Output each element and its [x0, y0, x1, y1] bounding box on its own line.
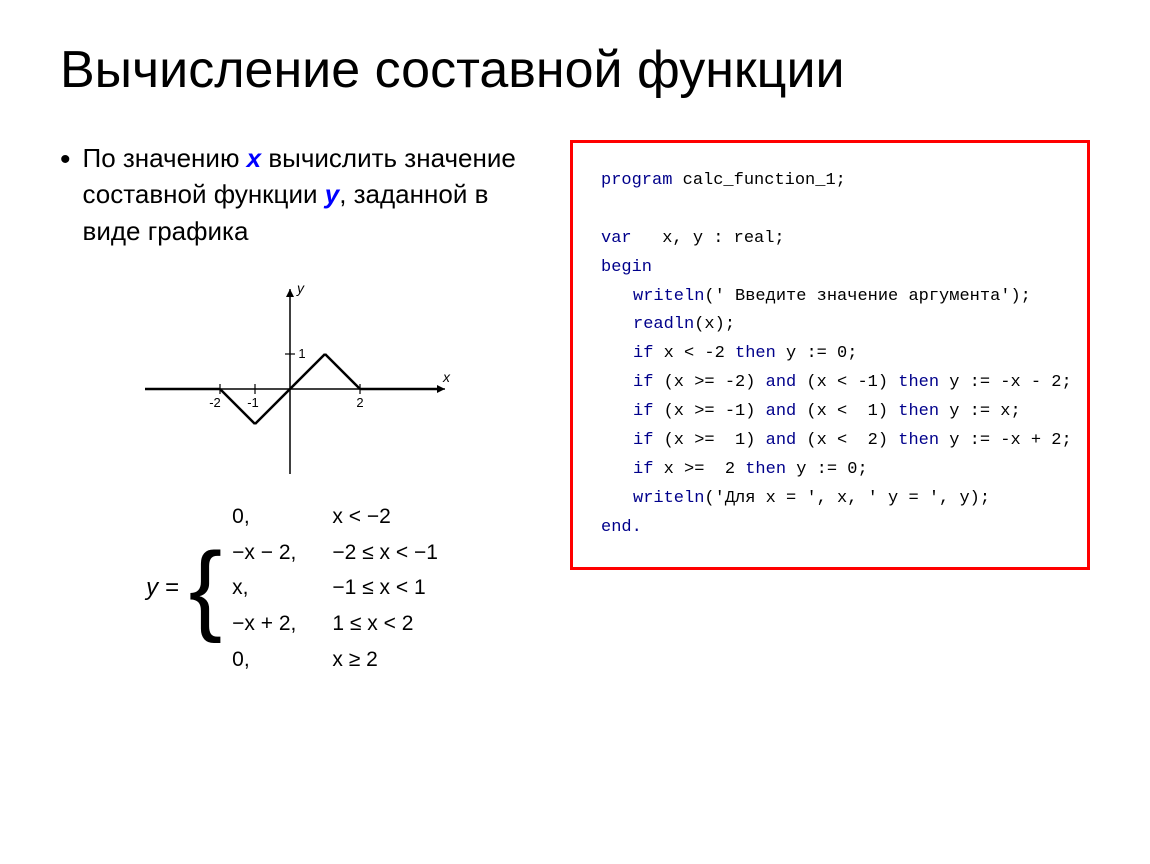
formula-brace: { — [189, 499, 226, 677]
code-line-readln: readln(x); — [601, 311, 1059, 340]
keyword-end: end. — [601, 518, 642, 537]
svg-text:-1: -1 — [247, 395, 259, 410]
graph-container: -2 -1 2 1 x y — [135, 279, 455, 479]
code-line-if4: if (x >= 1) and (x < 2) then y := -x + 2… — [601, 427, 1059, 456]
code-line-blank — [601, 196, 1059, 225]
graph-svg: -2 -1 2 1 x y — [135, 279, 455, 479]
formula-row-2-expr: −x − 2, — [226, 535, 302, 571]
x-variable: x — [247, 143, 261, 173]
formula-row-1-cond: x < −2 — [302, 499, 444, 535]
code-line-1: program calc_function_1; — [601, 167, 1059, 196]
main-content: • По значению x вычислить значение соста… — [60, 140, 1090, 677]
code-panel: program calc_function_1; var x, y : real… — [570, 140, 1090, 570]
code-line-begin: begin — [601, 254, 1059, 283]
left-panel: • По значению x вычислить значение соста… — [60, 140, 530, 677]
code-line-writeln2: writeln('Для x = ', x, ' y = ', y); — [601, 485, 1059, 514]
formula-row-1-expr: 0, — [226, 499, 302, 535]
formula-row-3-cond: −1 ≤ x < 1 — [302, 570, 444, 606]
code-line-if3: if (x >= -1) and (x < 1) then y := x; — [601, 398, 1059, 427]
code-line-var: var x, y : real; — [601, 225, 1059, 254]
svg-text:y: y — [296, 280, 305, 296]
page-title: Вычисление составной функции — [60, 40, 1090, 100]
code-line-end: end. — [601, 514, 1059, 543]
bullet-dot: • — [60, 140, 71, 179]
bullet-content: По значению x вычислить значение составн… — [83, 140, 530, 249]
formula-row-4-cond: 1 ≤ x < 2 — [302, 606, 444, 642]
formula-row-3-expr: x, — [226, 570, 302, 606]
bullet-text: • По значению x вычислить значение соста… — [60, 140, 530, 249]
code-line-if2: if (x >= -2) and (x < -1) then y := -x -… — [601, 369, 1059, 398]
keyword-var: var — [601, 229, 632, 248]
formula-row-5-cond: x ≥ 2 — [302, 642, 444, 678]
y-variable: y — [325, 179, 339, 209]
formula-row-4-expr: −x + 2, — [226, 606, 302, 642]
svg-text:-2: -2 — [209, 395, 221, 410]
keyword-begin: begin — [601, 258, 652, 277]
bullet-prefix: По значению — [83, 143, 247, 173]
formula-container: y = { 0, x < −2 −x − 2, −2 ≤ x < −1 x, −… — [60, 499, 530, 677]
code-line-if5: if x >= 2 then y := 0; — [601, 456, 1059, 485]
keyword-program: program — [601, 171, 672, 190]
formula-table: y = { 0, x < −2 −x − 2, −2 ≤ x < −1 x, −… — [146, 499, 444, 677]
code-line-writeln1: writeln(' Введите значение аргумента'); — [601, 283, 1059, 312]
code-line-if1: if x < -2 then y := 0; — [601, 340, 1059, 369]
svg-text:1: 1 — [298, 346, 305, 361]
formula-row-5-expr: 0, — [226, 642, 302, 678]
svg-text:2: 2 — [356, 395, 363, 410]
formula-lhs: y = — [146, 499, 189, 677]
formula-row-2-cond: −2 ≤ x < −1 — [302, 535, 444, 571]
svg-text:x: x — [442, 369, 451, 385]
